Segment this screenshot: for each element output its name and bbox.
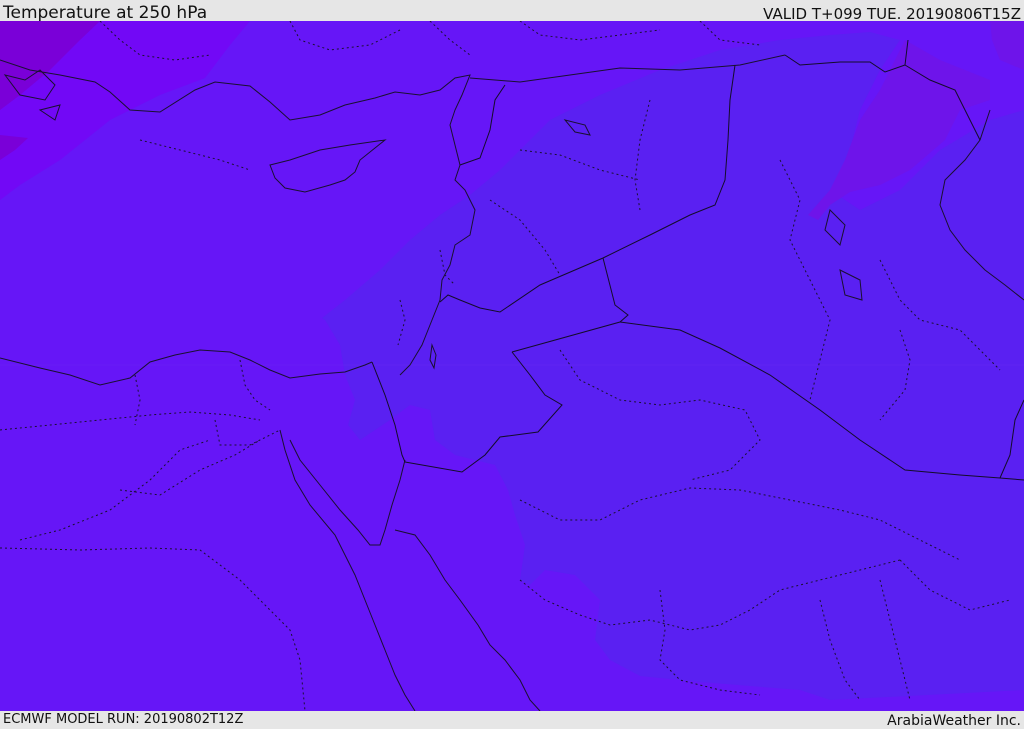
model-run-label: ECMWF MODEL RUN: 20190802T12Z [3,712,244,727]
map-frame: Temperature at 250 hPa VALID T+099 TUE. … [0,0,1024,729]
temperature-map [0,21,1024,711]
credit-label: ArabiaWeather Inc. [887,713,1021,729]
map-title: Temperature at 250 hPa [3,3,208,23]
